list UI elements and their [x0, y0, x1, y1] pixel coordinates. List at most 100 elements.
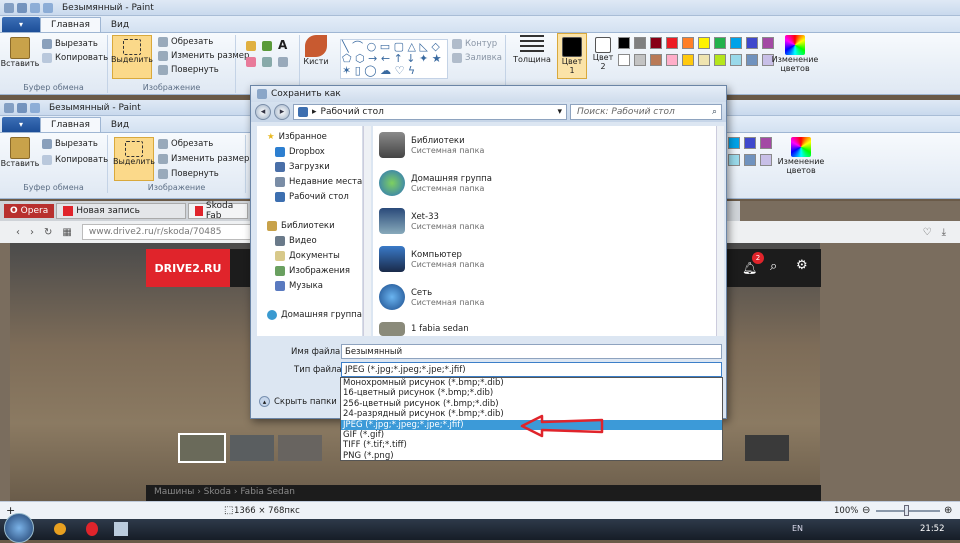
file-item[interactable]: Сеть Системная папка	[379, 284, 484, 310]
drive2-logo[interactable]: DRIVE2.RU	[146, 249, 230, 287]
nav-item-desktop[interactable]: Рабочий стол	[275, 192, 349, 202]
color-swatch[interactable]	[714, 37, 726, 49]
color-swatch[interactable]	[744, 154, 756, 166]
color-swatch[interactable]	[666, 54, 678, 66]
filetype-option[interactable]: 16-цветный рисунок (*.bmp;*.dib)	[341, 388, 722, 398]
gear-icon[interactable]: ⚙︎	[796, 258, 808, 273]
color-swatch[interactable]	[634, 54, 646, 66]
nav-libraries[interactable]: Библиотеки	[267, 221, 335, 231]
color-swatch[interactable]	[730, 54, 742, 66]
color-swatch[interactable]	[730, 37, 742, 49]
color-swatch[interactable]	[728, 154, 740, 166]
edit-colors-button[interactable]: Изменение цветов	[770, 35, 820, 73]
back-icon[interactable]: ◂	[255, 104, 271, 120]
save-quick-icon[interactable]	[17, 2, 27, 13]
color-swatch[interactable]	[698, 54, 710, 66]
text-icon[interactable]: A	[278, 38, 287, 52]
thumbnail[interactable]	[230, 435, 274, 461]
color1-button[interactable]: Цвет 1	[557, 33, 587, 79]
browser-tab-active[interactable]: Skoda Fab	[188, 201, 249, 221]
back-icon[interactable]: ‹	[16, 227, 20, 238]
color-swatch[interactable]	[746, 37, 758, 49]
nav-item-music[interactable]: Музыка	[275, 281, 323, 291]
thumbnail[interactable]	[745, 435, 789, 461]
thickness-button[interactable]: Толщина	[510, 35, 554, 64]
nav-item-dropbox[interactable]: Dropbox	[275, 147, 325, 157]
zoom-out-icon[interactable]: ⊖	[862, 505, 870, 516]
outline-button[interactable]: Контур	[452, 39, 497, 49]
save-quick-icon[interactable]	[17, 102, 27, 113]
file-menu-button[interactable]: ▾	[2, 117, 40, 132]
eraser-icon[interactable]	[246, 57, 256, 67]
cut-button[interactable]: Вырезать	[42, 39, 98, 49]
color-swatch[interactable]	[618, 37, 630, 49]
nav-item-downloads[interactable]: Загрузки	[275, 162, 330, 172]
select-button[interactable]: Выделить	[111, 35, 153, 79]
clock[interactable]: 21:52	[920, 524, 945, 534]
color-picker-icon[interactable]	[262, 57, 272, 67]
crop-button[interactable]: Обрезать	[158, 37, 213, 47]
hide-folders-button[interactable]: ▴ Скрыть папки	[259, 396, 337, 407]
file-item[interactable]: 1 fabia sedan	[379, 322, 469, 336]
paste-button[interactable]: Вставить	[1, 137, 39, 168]
color-swatch[interactable]	[682, 37, 694, 49]
copy-button[interactable]: Копировать	[42, 155, 108, 165]
filetype-option[interactable]: TIFF (*.tif;*.tiff)	[341, 440, 722, 450]
nav-homegroup[interactable]: Домашняя группа	[267, 310, 362, 320]
color-swatch[interactable]	[714, 54, 726, 66]
tab-home[interactable]: Главная	[40, 17, 101, 32]
fill-icon[interactable]	[262, 41, 272, 51]
zoom-slider-thumb[interactable]	[904, 505, 909, 516]
nav-item-recent[interactable]: Недавние места	[275, 177, 362, 187]
color-swatch[interactable]	[618, 54, 630, 66]
color-swatch[interactable]	[650, 37, 662, 49]
file-item[interactable]: Библиотеки Системная папка	[379, 132, 484, 158]
file-list-scrollbar[interactable]	[716, 126, 724, 336]
edit-colors-button[interactable]: Изменение цветов	[776, 137, 826, 175]
cut-button[interactable]: Вырезать	[42, 139, 98, 149]
color-swatch[interactable]	[728, 137, 740, 149]
select-button[interactable]: Выделить	[113, 137, 155, 181]
file-item[interactable]: Компьютер Системная папка	[379, 246, 484, 272]
color-swatch[interactable]	[744, 137, 756, 149]
file-menu-button[interactable]: ▾	[2, 17, 40, 32]
color-swatch[interactable]	[666, 37, 678, 49]
pencil-icon[interactable]	[246, 41, 256, 51]
copy-button[interactable]: Копировать	[42, 53, 108, 63]
nav-scrollbar[interactable]	[363, 126, 371, 336]
filetype-option[interactable]: PNG (*.png)	[341, 451, 722, 461]
undo-icon[interactable]	[30, 102, 40, 113]
zoom-in-icon[interactable]: ⊕	[944, 505, 952, 516]
color-swatch[interactable]	[634, 37, 646, 49]
resize-button[interactable]: Изменить размер	[158, 154, 249, 164]
reload-icon[interactable]: ↻	[44, 227, 52, 238]
opera-taskbar-icon[interactable]	[86, 522, 98, 536]
tab-home[interactable]: Главная	[40, 117, 101, 132]
resize-button[interactable]: Изменить размер	[158, 51, 249, 61]
rotate-button[interactable]: Повернуть	[158, 169, 219, 179]
file-item[interactable]: Домашняя группа Системная папка	[379, 170, 492, 196]
redo-icon[interactable]	[43, 2, 53, 13]
filetype-select[interactable]: JPEG (*.jpg;*.jpeg;*.jpe;*.jfif)	[341, 362, 722, 377]
thumbnail[interactable]	[278, 435, 322, 461]
fill-shape-button[interactable]: Заливка	[452, 53, 502, 63]
paint-taskbar-icon[interactable]	[114, 522, 128, 536]
rotate-button[interactable]: Повернуть	[158, 65, 219, 75]
brushes-button[interactable]: Кисти	[300, 35, 332, 66]
browser-tab[interactable]: Новая запись	[56, 203, 187, 219]
start-button[interactable]	[4, 513, 34, 543]
search-icon[interactable]: ⌕	[770, 259, 777, 274]
filetype-option[interactable]: Монохромный рисунок (*.bmp;*.dib)	[341, 378, 722, 388]
chevron-down-icon[interactable]: ▾	[557, 107, 562, 117]
shapes-gallery[interactable]: ╲ ⌒ ○ ▭ ▢ △ ◺ ◇ ⬠ ⬡ → ← ↑ ↓ ✦ ★ ✶ ▯ ◯ ☁ …	[340, 39, 448, 79]
filename-input[interactable]: Безымянный	[341, 344, 722, 359]
color-swatch[interactable]	[682, 54, 694, 66]
color-swatch[interactable]	[650, 54, 662, 66]
color-swatch[interactable]	[760, 137, 772, 149]
tab-view[interactable]: Вид	[101, 117, 139, 132]
filetype-option[interactable]: 256-цветный рисунок (*.bmp;*.dib)	[341, 399, 722, 409]
language-indicator[interactable]: EN	[792, 524, 803, 533]
heart-icon[interactable]: ♡	[923, 227, 932, 238]
thumbnail[interactable]	[178, 433, 226, 463]
color-swatch[interactable]	[698, 37, 710, 49]
